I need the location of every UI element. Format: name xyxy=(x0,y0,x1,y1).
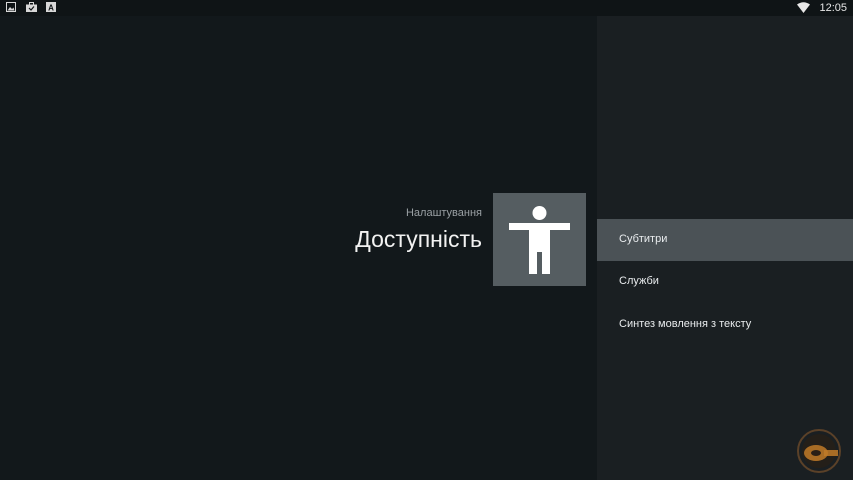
briefcase-icon xyxy=(26,2,38,14)
menu-item-subtitles[interactable]: Субтитри xyxy=(597,219,853,261)
tv-settings-screen: A 12:05 Налаштування Доступність Субтитр… xyxy=(0,0,853,480)
settings-menu-panel: Субтитри Служби Синтез мовлення з тексту xyxy=(597,16,853,480)
accessibility-icon xyxy=(509,206,570,274)
status-notifications: A xyxy=(6,2,58,14)
image-icon xyxy=(6,2,18,14)
menu-item-text-to-speech[interactable]: Синтез мовлення з тексту xyxy=(597,304,853,346)
page-title: Доступність xyxy=(355,226,482,252)
menu-item-label: Субтитри xyxy=(619,233,668,245)
keyboard-a-icon: A xyxy=(46,2,58,14)
svg-text:A: A xyxy=(48,3,54,12)
wifi-icon xyxy=(797,2,810,14)
status-bar: A 12:05 xyxy=(0,0,853,16)
menu-item-label: Служби xyxy=(619,275,659,287)
clock: 12:05 xyxy=(819,2,847,14)
breadcrumb: Налаштування xyxy=(405,207,482,219)
menu-item-label: Синтез мовлення з тексту xyxy=(619,318,752,330)
menu-item-services[interactable]: Служби xyxy=(597,261,853,303)
status-system: 12:05 xyxy=(797,1,847,15)
watermark-logo xyxy=(794,428,844,474)
hero-tile xyxy=(493,193,586,286)
